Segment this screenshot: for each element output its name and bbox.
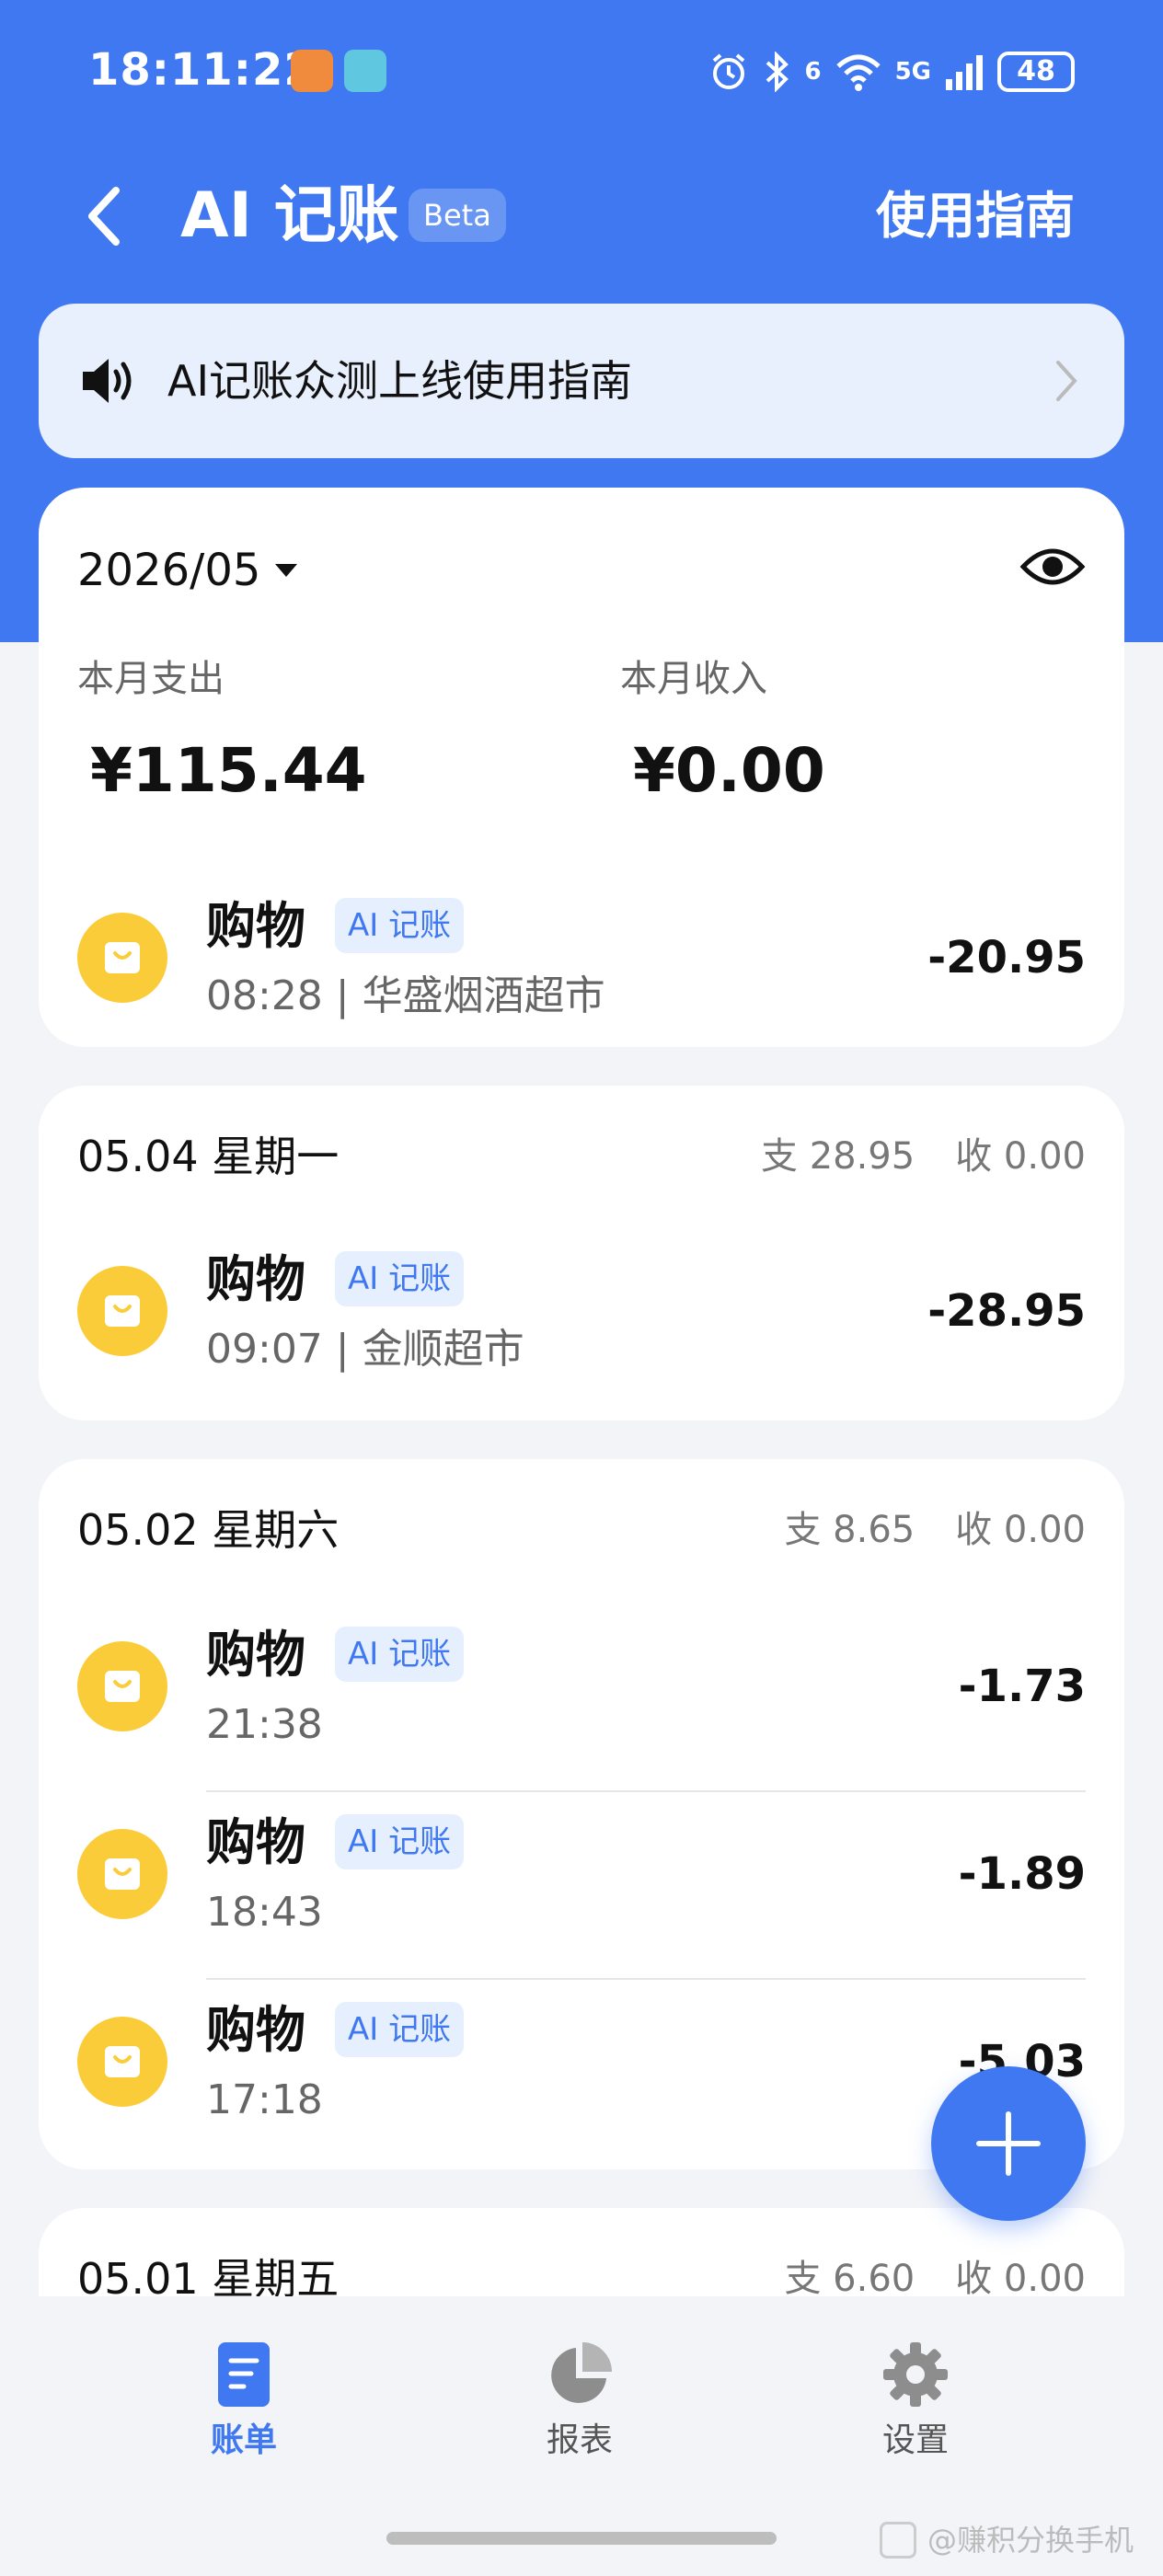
- notice-banner[interactable]: AI记账众测上线使用指南: [39, 304, 1124, 458]
- transaction-subtitle: 08:28 | 华盛烟酒超市: [206, 972, 605, 1019]
- ai-badge: AI 记账: [335, 1814, 465, 1869]
- transaction-subtitle: 17:18: [206, 2076, 323, 2123]
- expense-value: ¥115.44: [90, 735, 367, 806]
- chevron-left-icon: [88, 187, 120, 246]
- nav-item-bills[interactable]: 账单: [152, 2340, 336, 2478]
- expense-label: 本月支出: [77, 658, 225, 700]
- caret-down-icon: [275, 564, 298, 577]
- wifi-badge: 6: [804, 58, 822, 86]
- eye-icon[interactable]: [1019, 539, 1086, 594]
- watermark: @赚积分换手机: [879, 2519, 1134, 2561]
- transaction-row[interactable]: 购物 AI 记账 18:43 -1.89: [39, 1783, 1124, 1963]
- shopping-bag-icon: [77, 913, 167, 1003]
- month-selector[interactable]: 2026/05: [77, 541, 298, 600]
- status-indicators: 6 5G 48: [708, 48, 1075, 96]
- nav-label: 账单: [210, 2421, 277, 2459]
- transaction-category: 购物: [206, 897, 305, 955]
- pie-chart-icon: [551, 2342, 612, 2403]
- day-card: 05.04 星期一 支 28.95 收 0.00 购物 AI 记账 09:07 …: [39, 1086, 1124, 1420]
- wifi-icon: [835, 54, 881, 91]
- transaction-amount: -1.89: [958, 1848, 1086, 1900]
- transaction-subtitle: 21:38: [206, 1701, 323, 1748]
- day-date: 05.02 星期六: [77, 1505, 340, 1555]
- transaction-subtitle: 09:07 | 金顺超市: [206, 1326, 524, 1373]
- beta-badge: Beta: [409, 189, 506, 242]
- network-type: 5G: [894, 58, 931, 86]
- notice-text: AI记账众测上线使用指南: [167, 356, 633, 406]
- nav-item-settings[interactable]: 设置: [823, 2340, 1008, 2478]
- alarm-icon: [713, 53, 745, 89]
- status-time: 18:11:22: [88, 44, 316, 96]
- add-record-button[interactable]: [931, 2066, 1086, 2221]
- month-summary-card: 2026/05 本月支出 ¥115.44 本月收入 ¥0.00 购物 AI 记账…: [39, 488, 1124, 1047]
- notification-app-icon: [291, 50, 333, 92]
- shopping-bag-icon: [77, 1641, 167, 1731]
- transaction-row[interactable]: 购物 AI 记账 08:28 | 华盛烟酒超市 -20.95: [39, 867, 1124, 1047]
- status-bar: 18:11:22 6 5G 48: [0, 0, 1163, 138]
- shopping-bag-icon: [77, 1829, 167, 1919]
- transaction-category: 购物: [206, 2001, 305, 2059]
- nav-label: 设置: [881, 2421, 949, 2459]
- day-date: 05.04 星期一: [77, 1132, 340, 1181]
- ai-badge: AI 记账: [335, 1251, 465, 1306]
- speaker-icon: [83, 359, 132, 403]
- day-income: 收 0.00: [955, 1135, 1086, 1178]
- day-card: 05.02 星期六 支 8.65 收 0.00 购物 AI 记账 21:38 -…: [39, 1459, 1124, 2169]
- plus-icon: [976, 2111, 1041, 2176]
- watermark-logo-icon: [879, 2522, 916, 2559]
- day-header: 05.04 星期一 支 28.95 收 0.00: [39, 1124, 1124, 1189]
- chevron-right-icon: [1056, 361, 1077, 401]
- nav-label: 报表: [546, 2421, 613, 2459]
- transaction-category: 购物: [206, 1813, 305, 1871]
- gear-icon: [883, 2342, 948, 2407]
- transaction-category: 购物: [206, 1250, 305, 1308]
- day-sums: 支 8.65 收 0.00: [784, 1498, 1086, 1562]
- transaction-category: 购物: [206, 1626, 305, 1684]
- transaction-amount: -28.95: [927, 1285, 1086, 1337]
- signal-icon: [946, 55, 983, 90]
- usage-guide-link[interactable]: 使用指南: [876, 179, 1075, 253]
- day-income: 收 0.00: [955, 1509, 1086, 1551]
- day-header: 05.02 星期六 支 8.65 收 0.00: [39, 1498, 1124, 1562]
- shopping-bag-icon: [77, 2017, 167, 2107]
- income-value: ¥0.00: [633, 735, 825, 806]
- day-expense: 支 28.95: [760, 1135, 915, 1178]
- watermark-text: @赚积分换手机: [927, 2523, 1134, 2558]
- income-label: 本月收入: [620, 658, 767, 700]
- bluetooth-icon: [766, 52, 789, 92]
- day-expense: 支 8.65: [784, 1509, 915, 1551]
- home-indicator[interactable]: [386, 2532, 777, 2545]
- transaction-amount: -20.95: [927, 932, 1086, 983]
- notification-book-icon: [344, 50, 386, 92]
- ai-badge: AI 记账: [335, 2002, 465, 2057]
- ai-badge: AI 记账: [335, 1627, 465, 1682]
- transaction-row[interactable]: 购物 AI 记账 21:38 -1.73: [39, 1595, 1124, 1776]
- battery-indicator: 48: [997, 52, 1075, 92]
- shopping-bag-icon: [77, 1266, 167, 1356]
- day-sums: 支 28.95 收 0.00: [761, 1124, 1086, 1189]
- nav-item-reports[interactable]: 报表: [488, 2340, 672, 2478]
- title-bar: AI 记账 Beta 使用指南: [0, 161, 1163, 271]
- transaction-subtitle: 18:43: [206, 1889, 323, 1936]
- transaction-amount: -1.73: [958, 1661, 1086, 1712]
- month-value: 2026/05: [77, 545, 261, 596]
- back-button[interactable]: [74, 179, 138, 253]
- transaction-row[interactable]: 购物 AI 记账 09:07 | 金顺超市 -28.95: [39, 1220, 1124, 1400]
- bill-icon: [218, 2342, 270, 2407]
- page-title: AI 记账: [180, 179, 399, 252]
- ai-badge: AI 记账: [335, 898, 465, 953]
